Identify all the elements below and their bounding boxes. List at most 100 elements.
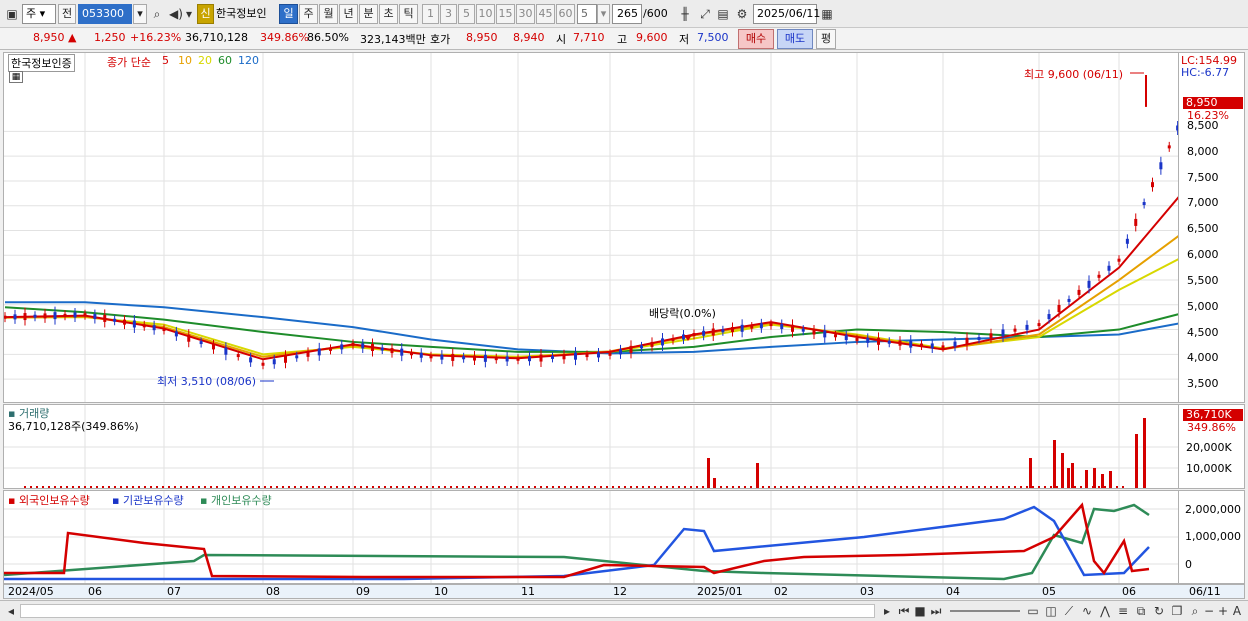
volume-bar [732,486,734,488]
line-tool-icon[interactable]: ⤢ [696,4,714,24]
play-icon[interactable]: ⏭ [927,601,945,621]
price-panel[interactable]: 한국정보인증 종가 단순 5 10 20 60 120 ▦ 최고 9,600 (… [3,52,1179,403]
volume-bar [546,486,548,488]
volume-bar [312,486,314,488]
volume-bar [840,486,842,488]
wave-icon[interactable]: ∿ [1078,601,1096,621]
fib-icon[interactable]: ≡ [1114,601,1132,621]
volume-bar [402,486,404,488]
period-minute[interactable]: 분 [359,4,378,24]
candle-icon[interactable]: ╫ [676,4,694,24]
minute-3[interactable]: 3 [440,4,457,24]
minute-1[interactable]: 1 [422,4,439,24]
volume-bar [432,486,434,488]
search-icon[interactable]: ⌕ [148,4,166,24]
candle [351,342,355,346]
date-input[interactable]: 2025/06/11 [753,4,820,24]
volume-bar [996,486,998,488]
bottom-scrollbar[interactable]: ◂ ▸ ⏮ ■ ⏭ ▭ ◫ ⟋ ∿ ⋀ ≡ ⧉ ↻ ❐ ⌕ − + A [0,600,1248,621]
minute-input[interactable]: 5 [577,4,597,24]
volume-bar [612,486,614,488]
period-day[interactable]: 일 [279,4,298,24]
x-axis-label: 06 [1122,585,1136,598]
gear-icon[interactable]: ⚙ [733,4,751,24]
zoom-slider[interactable] [950,610,1020,612]
volume-bar [828,486,830,488]
period-month[interactable]: 월 [319,4,338,24]
volume-bar [690,486,692,488]
trend-icon[interactable]: ⟋ [1060,601,1078,621]
volume-bar [1061,453,1064,488]
buy-button[interactable]: 매수 [738,29,774,49]
candle [711,328,715,336]
volume-bar [600,486,602,488]
zigzag-icon[interactable]: ⋀ [1096,601,1114,621]
minute-60[interactable]: 60 [556,4,575,24]
count-input[interactable]: 265 [612,4,642,24]
ma-120-line [5,301,1178,355]
candle [844,335,848,341]
volume-bar [540,486,542,488]
volume-bar [606,486,608,488]
candle [1142,202,1146,206]
compare-icon[interactable]: ⧉ [1132,601,1150,621]
sell-button[interactable]: 매도 [777,29,813,49]
minute-30[interactable]: 30 [516,4,535,24]
rotate-icon[interactable]: ↻ [1150,601,1168,621]
minute-10[interactable]: 10 [476,4,495,24]
window-icon[interactable]: ▣ [3,4,21,24]
candle [759,323,763,329]
period-second[interactable]: 초 [379,4,398,24]
type-select[interactable]: 주 ▾ [22,4,56,24]
scroll-right-icon[interactable]: ▸ [878,601,896,621]
candle [650,341,654,347]
candle [539,354,543,362]
scroll-track[interactable] [20,604,875,618]
trade-amount: 323,143백만 [360,33,426,46]
volume-bar [714,486,716,488]
holdings-panel[interactable]: ▪ 외국인보유수량 ▪ 기관보유수량 ▪ 개인보유수량 [3,490,1179,584]
chevron-down-icon[interactable]: ▾ [183,4,195,24]
minute-45[interactable]: 45 [536,4,555,24]
holdings-axis: 2,000,000 1,000,000 0 [1179,490,1245,584]
candle [977,337,981,341]
calendar-icon[interactable]: ▦ [818,4,836,24]
minute-5[interactable]: 5 [458,4,475,24]
layout-icon[interactable]: ▭ [1024,601,1042,621]
period-week[interactable]: 주 [299,4,318,24]
volume-bar [240,486,242,488]
split-icon[interactable]: ◫ [1042,601,1060,621]
candle [261,362,265,366]
minute-dropdown-button[interactable]: ▾ [597,4,610,24]
volume-bar [780,486,782,488]
volume-bar [1050,486,1052,488]
candle [123,319,126,325]
text-size-icon[interactable]: A [1228,601,1246,621]
eval-button[interactable]: 평 [816,29,836,49]
volume-bar [54,486,56,488]
candle [791,324,794,332]
volume-bar [1109,471,1112,488]
code-dropdown-button[interactable]: ▾ [133,4,147,24]
volume-bar [756,463,759,488]
copy-icon[interactable]: ❐ [1168,601,1186,621]
volume-panel[interactable]: ▪ 거래량 36,710,128주(349.86%) [3,404,1179,489]
prev-button[interactable]: 전 [58,4,76,24]
candle [306,351,310,357]
period-tick[interactable]: 틱 [399,4,418,24]
volume-bar [990,486,992,488]
minute-15[interactable]: 15 [496,4,515,24]
volume-bar [1038,486,1040,488]
code-input[interactable]: 053300 [78,4,132,24]
grid-icon[interactable]: ▦ [9,71,23,83]
volume-bar [60,486,62,488]
save-icon[interactable]: ▤ [714,4,732,24]
period-year[interactable]: 년 [339,4,358,24]
scroll-left-icon[interactable]: ◂ [2,601,20,621]
candle [640,345,643,349]
candle [619,349,622,355]
volume-bar [558,486,560,488]
candle [400,348,404,356]
candle [780,323,784,329]
volume-bar [768,486,770,488]
